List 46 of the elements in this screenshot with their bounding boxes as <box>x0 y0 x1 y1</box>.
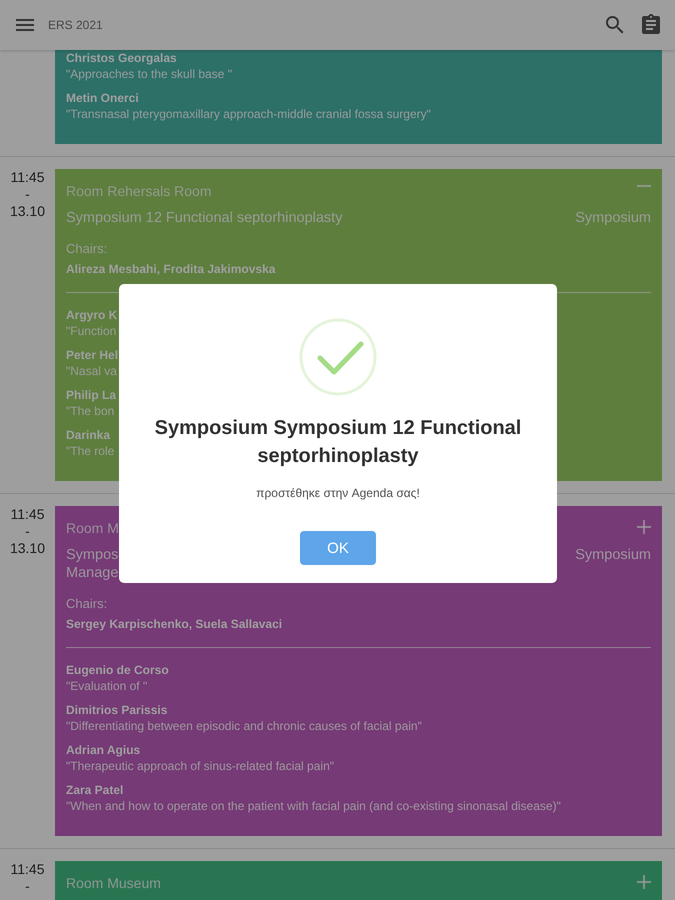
speaker-name: Peter Hel <box>66 347 118 363</box>
session-type: Symposium <box>575 546 651 564</box>
speaker-name: Argyro K <box>66 307 118 323</box>
plus-icon[interactable] <box>637 520 651 534</box>
speaker-name: Eugenio de Corso <box>66 662 169 678</box>
speaker-name: Dimitrios Parissis <box>66 702 168 718</box>
speaker-name: Philip La <box>66 387 116 403</box>
dialog-title: Symposium Symposium 12 Functional septorhinoplasty <box>154 416 522 469</box>
talk-title: "The role <box>66 443 114 459</box>
time-separator: - <box>25 523 30 540</box>
start-time: 11:45 <box>10 861 44 878</box>
room-label: Room Rehersals Room <box>66 182 212 200</box>
speaker-name: Adrian Agius <box>66 742 140 758</box>
talk-title: "Transnasal pterygomaxillary approach-middle cranial fossa surgery" <box>66 106 431 122</box>
session-type: Symposium <box>575 209 651 227</box>
speaker-name: Zara Patel <box>66 782 124 798</box>
talk-title: "The bon <box>66 403 114 419</box>
room-label: Room Museum <box>66 874 161 892</box>
session-title: Sympos Manage <box>66 546 118 582</box>
talk-title: "Function <box>66 323 116 339</box>
talk-title: "Evaluation of " <box>66 678 148 694</box>
ok-button[interactable]: OK <box>300 531 376 565</box>
clipboard-icon[interactable] <box>639 13 663 37</box>
time-separator: - <box>25 186 30 203</box>
room-label: Room M <box>66 519 119 537</box>
time-separator: - <box>25 878 30 895</box>
session-title: Symposium 12 Functional septorhinoplasty <box>66 209 342 227</box>
chairs-names: Alireza Mesbahi, Frodita Jakimovska <box>66 261 276 277</box>
chairs-names: Sergey Karpischenko, Suela Sallavaci <box>66 616 282 632</box>
app-title: ERS 2021 <box>48 18 104 32</box>
speaker-name: Christos Georgalas <box>66 50 177 66</box>
start-time: 11:45 <box>10 506 44 523</box>
dialog-message: προστέθηκε στην Agenda σας! <box>256 485 420 501</box>
chairs-label: Chairs: <box>66 596 108 612</box>
speaker-name: Metin Onerci <box>66 90 139 106</box>
talk-title: "When and how to operate on the patient with facial pain (and co-existing sinonasal disease)" <box>66 798 561 814</box>
talk-title: "Nasal va <box>66 363 117 379</box>
check-icon <box>298 317 378 397</box>
talk-title: "Differentiating between episodic and chronic causes of facial pain" <box>66 718 422 734</box>
end-time: 13.10 <box>10 540 46 557</box>
end-time: 13.10 <box>10 203 46 220</box>
start-time: 11:45 <box>10 169 44 186</box>
talk-title: "Therapeutic approach of sinus-related facial pain" <box>66 758 334 774</box>
speaker-name: Darinka <box>66 427 110 443</box>
talk-title: "Approaches to the skull base " <box>66 66 232 82</box>
chairs-label: Chairs: <box>66 241 108 257</box>
